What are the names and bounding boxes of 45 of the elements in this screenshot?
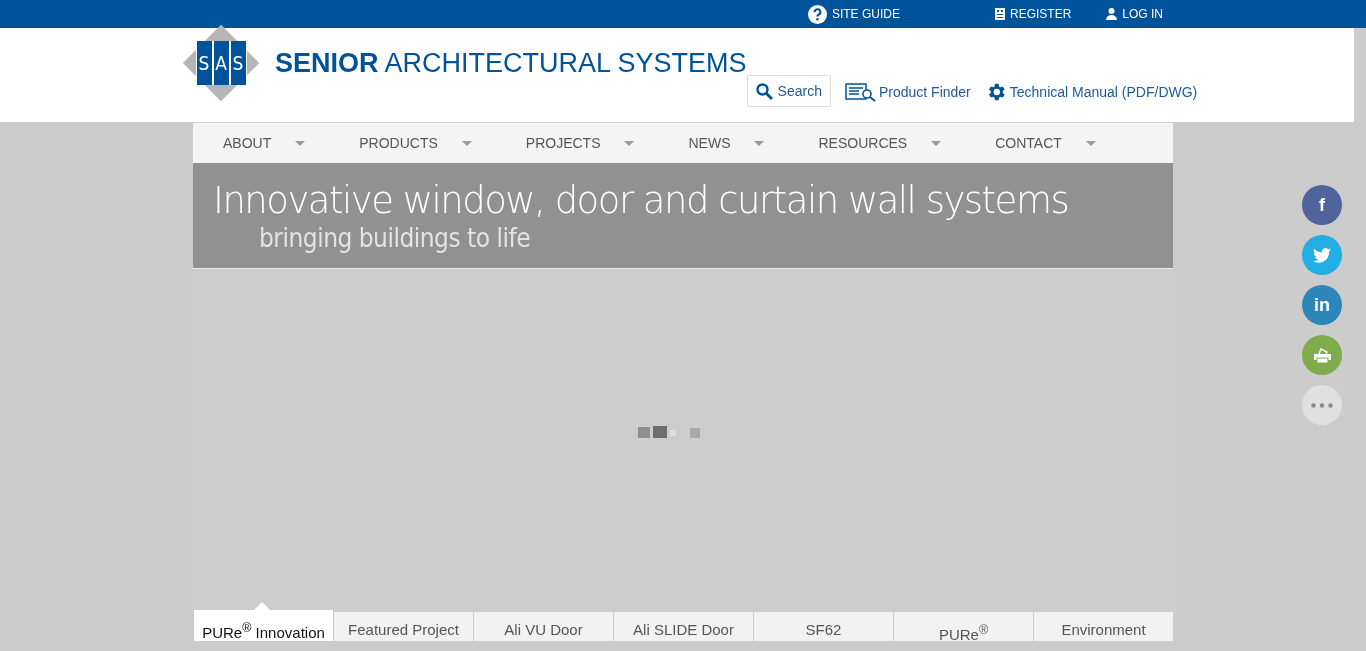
caret-icon [754, 140, 765, 146]
slider-tab[interactable]: Environment [1033, 612, 1173, 641]
nav-item[interactable]: CONTACT [995, 135, 1096, 151]
slider-tab[interactable]: SF62 [753, 612, 893, 641]
slider-tab[interactable]: Ali SLIDE Door [613, 612, 753, 641]
list-magnifier-icon [844, 82, 876, 102]
search-icon [755, 82, 773, 100]
help-icon [807, 4, 827, 24]
printer-icon [1313, 347, 1331, 363]
more-icon [1311, 402, 1333, 408]
top-bar-link[interactable]: LOG IN [1106, 7, 1163, 21]
nav-item[interactable]: RESOURCES [818, 135, 942, 151]
form-icon [994, 8, 1005, 20]
slider-tab[interactable]: Featured Project [333, 612, 473, 641]
loading-icon [638, 423, 702, 438]
banner-subtitle: bringing buildings to life [258, 223, 532, 253]
caret-icon [624, 140, 635, 146]
banner-title: Innovative window, door and curtain wall systems [213, 179, 1070, 223]
top-bar-link[interactable]: REGISTER [994, 7, 1072, 21]
twitter-button[interactable] [1302, 235, 1342, 275]
top-bar-link[interactable]: SITE GUIDE [807, 4, 900, 24]
facebook-button[interactable]: f [1302, 185, 1342, 225]
header-link[interactable]: Technical Manual (PDF/DWG) [984, 77, 1198, 107]
slider-tab[interactable]: Ali VU Door [473, 612, 613, 641]
print-button[interactable] [1302, 335, 1342, 375]
caret-icon [461, 140, 472, 146]
linkedin-button[interactable]: in [1302, 285, 1342, 325]
logo-letter: S [230, 41, 246, 85]
caret-icon [295, 140, 306, 146]
nav-item[interactable]: PRODUCTS [359, 135, 472, 151]
caret-icon [931, 140, 942, 146]
nav-item[interactable]: PROJECTS [525, 135, 635, 151]
user-icon [1106, 8, 1118, 20]
header-link[interactable]: Search [746, 75, 831, 107]
slider-tab[interactable]: PURe$^{®}$ [893, 612, 1033, 641]
nav-item[interactable]: NEWS [688, 135, 765, 151]
caret-icon [1085, 140, 1096, 146]
tab-pointer [254, 602, 270, 610]
more-button[interactable] [1302, 385, 1342, 425]
header-link[interactable]: Product Finder [844, 77, 971, 107]
bird-icon [1313, 247, 1331, 263]
logo-letter: A [213, 41, 229, 85]
logo-letter: S [196, 41, 212, 85]
nav-item[interactable]: ABOUT [223, 135, 306, 151]
brand-name: SENIOR ARCHITECTURAL SYSTEMS [275, 47, 747, 79]
